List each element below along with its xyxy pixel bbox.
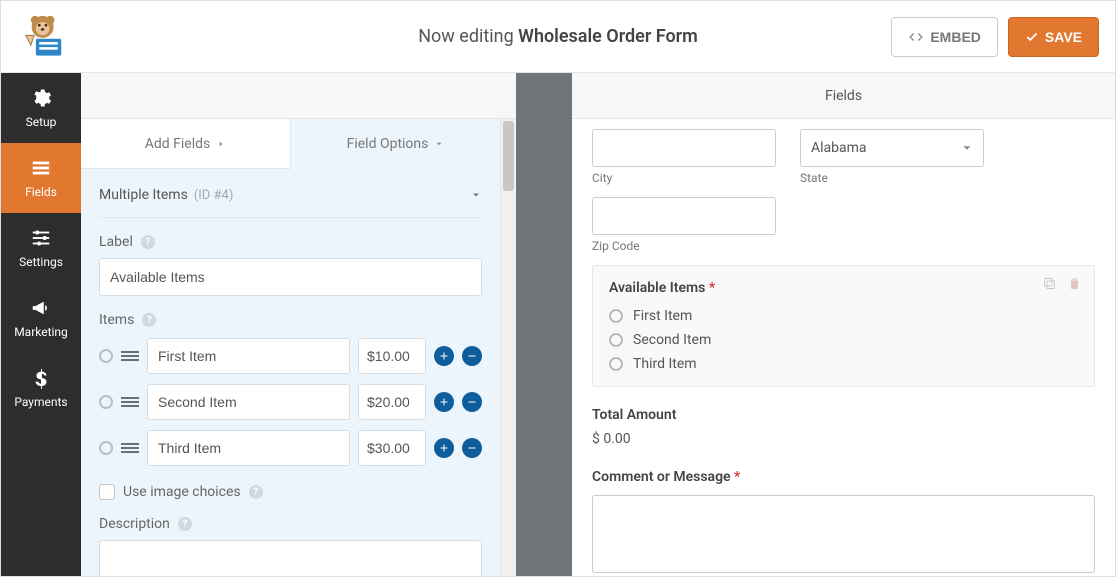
item-default-radio[interactable] (99, 349, 113, 363)
drag-handle-icon[interactable] (121, 351, 139, 361)
subheader-left (81, 73, 516, 119)
item-price-input[interactable] (358, 384, 426, 420)
radio-option[interactable]: Third Item (609, 356, 1078, 372)
zip-input[interactable] (592, 197, 776, 235)
comment-title: Comment or Message * (592, 469, 1095, 485)
city-input[interactable] (592, 129, 776, 167)
item-default-radio[interactable] (99, 441, 113, 455)
sliders-icon (30, 227, 52, 249)
item-default-radio[interactable] (99, 395, 113, 409)
tab-add-fields[interactable]: Add Fields (81, 119, 291, 169)
chevron-down-icon (434, 139, 444, 149)
item-price-input[interactable] (358, 430, 426, 466)
chevron-down-icon (470, 189, 482, 201)
total-amount-title: Total Amount (592, 407, 1095, 423)
topbar: Now editing Wholesale Order Form EMBED S… (1, 1, 1115, 73)
radio-option[interactable]: First Item (609, 308, 1078, 324)
comment-textarea[interactable] (592, 495, 1095, 573)
label-input[interactable] (99, 258, 482, 296)
item-row (99, 430, 482, 466)
available-items-field[interactable]: Available Items * First Item Second Item… (592, 265, 1095, 387)
add-item-button[interactable] (434, 392, 454, 412)
sidenav-label: Marketing (14, 325, 68, 339)
help-icon[interactable]: ? (178, 517, 192, 531)
state-label: State (800, 171, 984, 185)
sidenav-label: Settings (19, 255, 63, 269)
sidenav-label: Payments (14, 395, 67, 409)
total-amount-value: $ 0.00 (592, 431, 1095, 447)
item-row (99, 338, 482, 374)
trash-icon[interactable] (1067, 276, 1082, 291)
items-heading: Items ? (99, 312, 482, 328)
radio-icon (609, 309, 623, 323)
sidenav: Setup Fields Settings Marketing Payments (1, 73, 81, 576)
checkbox-icon (99, 484, 115, 500)
panel-scrollbar[interactable] (500, 119, 516, 576)
radio-option[interactable]: Second Item (609, 332, 1078, 348)
field-group-toggle[interactable]: Multiple Items (ID #4) (99, 169, 482, 218)
bullhorn-icon (30, 297, 52, 319)
sidenav-item-fields[interactable]: Fields (1, 143, 81, 213)
scrollbar-thumb[interactable] (503, 121, 514, 191)
item-price-input[interactable] (358, 338, 426, 374)
minus-icon (466, 396, 478, 408)
sidenav-label: Fields (25, 185, 57, 199)
item-name-input[interactable] (147, 338, 350, 374)
description-input[interactable] (99, 540, 482, 576)
dollar-icon (30, 367, 52, 389)
preview-header: Fields (572, 73, 1115, 119)
available-items-title: Available Items * (609, 280, 1078, 296)
radio-icon (609, 333, 623, 347)
label-heading: Label ? (99, 234, 482, 250)
item-name-input[interactable] (147, 430, 350, 466)
item-name-input[interactable] (147, 384, 350, 420)
code-icon (908, 30, 924, 44)
drag-handle-icon[interactable] (121, 397, 139, 407)
save-button[interactable]: SAVE (1008, 17, 1099, 57)
plus-icon (438, 396, 450, 408)
zip-label: Zip Code (592, 239, 776, 253)
duplicate-icon[interactable] (1042, 276, 1057, 291)
radio-icon (609, 357, 623, 371)
layout-divider (516, 73, 572, 576)
sidenav-item-setup[interactable]: Setup (1, 73, 81, 143)
embed-button[interactable]: EMBED (891, 17, 998, 57)
remove-item-button[interactable] (462, 346, 482, 366)
state-select[interactable]: Alabama (800, 129, 984, 167)
help-icon[interactable]: ? (141, 235, 155, 249)
sidenav-item-settings[interactable]: Settings (1, 213, 81, 283)
remove-item-button[interactable] (462, 392, 482, 412)
help-icon[interactable]: ? (249, 485, 263, 499)
minus-icon (466, 350, 478, 362)
item-row (99, 384, 482, 420)
list-icon (30, 157, 52, 179)
chevron-down-icon (960, 141, 974, 155)
plus-icon (438, 442, 450, 454)
drag-handle-icon[interactable] (121, 443, 139, 453)
app-logo (17, 11, 75, 63)
sidenav-item-marketing[interactable]: Marketing (1, 283, 81, 353)
plus-icon (438, 350, 450, 362)
add-item-button[interactable] (434, 438, 454, 458)
chevron-right-icon (216, 139, 226, 149)
image-choices-checkbox[interactable]: Use image choices ? (99, 484, 482, 500)
tab-field-options[interactable]: Field Options (291, 119, 500, 169)
help-icon[interactable]: ? (142, 313, 156, 327)
minus-icon (466, 442, 478, 454)
sidenav-item-payments[interactable]: Payments (1, 353, 81, 423)
check-icon (1025, 30, 1039, 44)
city-label: City (592, 171, 776, 185)
field-options-panel: Add Fields Field Options Multiple Items … (81, 119, 500, 576)
remove-item-button[interactable] (462, 438, 482, 458)
sidenav-label: Setup (26, 115, 57, 129)
gear-icon (30, 87, 52, 109)
description-heading: Description ? (99, 516, 482, 532)
add-item-button[interactable] (434, 346, 454, 366)
